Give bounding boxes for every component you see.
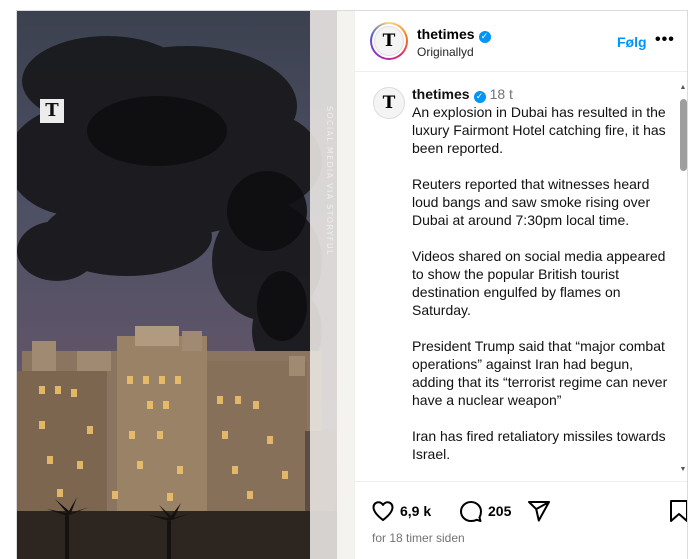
like-button[interactable]: 6,9 k xyxy=(371,499,431,523)
avatar[interactable]: T xyxy=(374,26,404,56)
caption-paragraph: President Trump said that “major combat … xyxy=(412,338,668,408)
caption-username[interactable]: thetimes xyxy=(412,86,470,102)
verified-icon: ✓ xyxy=(473,91,486,103)
post-timestamp[interactable]: for 18 timer siden xyxy=(372,531,465,545)
caption-avatar[interactable]: T xyxy=(373,87,405,119)
follow-button[interactable]: Følg xyxy=(617,34,647,50)
scroll-thumb[interactable] xyxy=(680,99,687,171)
caption-paragraph: Iran has fired retaliatory missiles towa… xyxy=(412,428,666,462)
heart-icon xyxy=(372,501,394,521)
post-dialog: T SOCIAL MEDIA VIA STORYFUL T thetimes ✓ … xyxy=(16,10,688,559)
scroll-up-arrow-icon[interactable]: ▲ xyxy=(678,83,687,93)
header-username-row: thetimes ✓ xyxy=(417,26,491,43)
media-logo: T xyxy=(40,99,64,123)
verified-icon: ✓ xyxy=(478,31,491,43)
caption-paragraph: thetimes ✓ 18 t An explosion in Dubai has … xyxy=(412,85,674,157)
caption-paragraph: Videos shared on social media appeared t… xyxy=(412,248,666,318)
share-icon xyxy=(528,501,550,522)
like-count: 6,9 k xyxy=(400,503,432,519)
caption-text: An explosion in Dubai has resulted in th… xyxy=(412,104,666,156)
caption-body: thetimes ✓ 18 t An explosion in Dubai has … xyxy=(412,85,674,481)
post-header: T thetimes ✓ Originallyd Følg ••• xyxy=(355,11,687,72)
avatar-frame: T xyxy=(372,24,406,58)
comment-button[interactable]: 205 xyxy=(459,499,511,523)
media-credit: SOCIAL MEDIA VIA STORYFUL xyxy=(325,106,334,256)
post-actions: 6,9 k 205 for 18 timer siden xyxy=(355,481,687,559)
bookmark-icon xyxy=(670,500,687,522)
caption-time: 18 t xyxy=(489,86,513,102)
caption-area[interactable]: T thetimes ✓ 18 t An explosion in Dubai ha… xyxy=(355,73,687,481)
more-options-icon[interactable]: ••• xyxy=(655,31,675,49)
comment-icon xyxy=(460,501,482,522)
comment-count: 205 xyxy=(488,503,512,519)
media-scene xyxy=(17,11,354,559)
caption-paragraph: Reuters reported that witnesses heard lo… xyxy=(412,176,651,228)
post-side-panel: T thetimes ✓ Originallyd Følg ••• T theti… xyxy=(354,11,687,559)
post-media[interactable]: T SOCIAL MEDIA VIA STORYFUL xyxy=(17,11,354,559)
audio-label[interactable]: Originallyd xyxy=(417,45,474,59)
caption-scrollbar[interactable]: ▲ ▼ xyxy=(678,83,687,478)
header-username[interactable]: thetimes xyxy=(417,26,475,42)
share-button[interactable] xyxy=(527,499,551,523)
scroll-down-arrow-icon[interactable]: ▼ xyxy=(678,465,687,475)
story-ring[interactable]: T xyxy=(370,22,408,60)
save-button[interactable] xyxy=(669,499,687,523)
